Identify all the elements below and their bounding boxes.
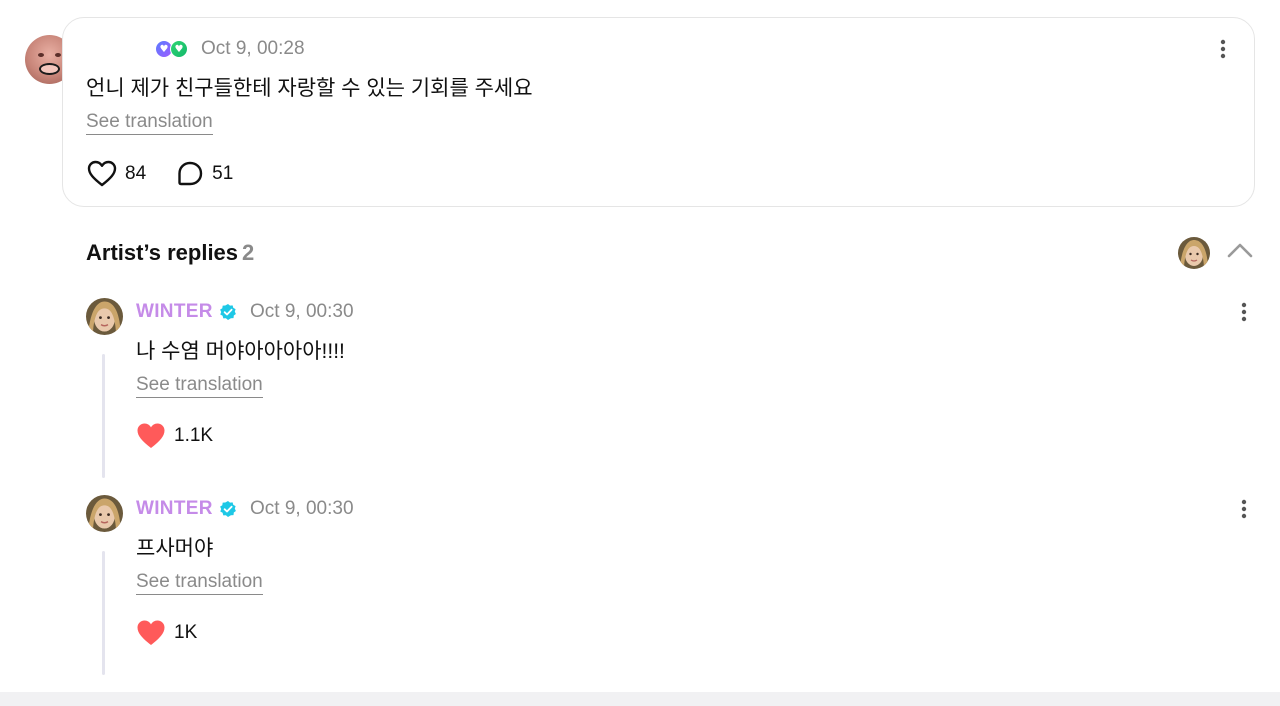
- artist-replies-count: 2: [242, 240, 255, 265]
- reply-body: 프사머야: [136, 537, 214, 560]
- artist-replies-heading: Artist’s replies 2: [86, 240, 254, 266]
- like-button[interactable]: 84: [87, 160, 146, 188]
- verified-badge-icon: [219, 500, 237, 523]
- more-options-icon[interactable]: [1239, 301, 1249, 328]
- see-translation-link[interactable]: See translation: [86, 110, 213, 135]
- artist-reply: WINTER Oct 9, 00:30 프사머야 See translation…: [0, 495, 1280, 685]
- section-divider: [0, 692, 1280, 706]
- more-options-icon[interactable]: [1218, 38, 1228, 65]
- user-badges: ♥ ♥: [155, 40, 188, 58]
- post-actions: 84 51: [87, 160, 263, 188]
- avatar-eye: [55, 53, 61, 57]
- like-count: 1.1K: [174, 425, 214, 446]
- avatar-mouth: [39, 63, 60, 75]
- see-translation-link[interactable]: See translation: [136, 373, 263, 398]
- like-count: 1K: [174, 622, 198, 643]
- artist-avatar[interactable]: [1178, 237, 1210, 274]
- thread-line: [102, 551, 105, 675]
- verified-badge-icon: [219, 303, 237, 326]
- like-count: 84: [125, 163, 147, 184]
- heart-badge-green-icon: ♥: [170, 40, 188, 58]
- artist-name[interactable]: WINTER: [136, 301, 213, 323]
- artist-name[interactable]: WINTER: [136, 498, 213, 520]
- artist-reply: WINTER Oct 9, 00:30 나 수염 머야아아아아!!!! See …: [0, 298, 1280, 488]
- reply-timestamp: Oct 9, 00:30: [250, 498, 354, 519]
- post-card: ♥ ♥ Oct 9, 00:28 언니 제가 친구들한테 자랑할 수 있는 기회…: [62, 17, 1255, 207]
- thread-line: [102, 354, 105, 478]
- like-button[interactable]: 1K: [136, 619, 197, 647]
- post-timestamp: Oct 9, 00:28: [201, 38, 305, 59]
- collapse-replies-button[interactable]: [1226, 240, 1254, 265]
- reply-body: 나 수염 머야아아아아!!!!: [136, 340, 345, 363]
- page: ♥ ♥ Oct 9, 00:28 언니 제가 친구들한테 자랑할 수 있는 기회…: [0, 0, 1280, 706]
- see-translation-link[interactable]: See translation: [136, 570, 263, 595]
- heart-filled-icon: [137, 620, 165, 645]
- more-options-icon[interactable]: [1239, 498, 1249, 525]
- like-button[interactable]: 1.1K: [136, 422, 213, 450]
- artist-avatar[interactable]: [86, 298, 123, 340]
- comment-button[interactable]: 51: [176, 160, 233, 188]
- chevron-up-icon: [1227, 243, 1253, 258]
- post-body: 언니 제가 친구들한테 자랑할 수 있는 기회를 주세요: [86, 77, 533, 100]
- comment-count: 51: [212, 163, 234, 184]
- comment-bubble-icon: [178, 161, 203, 186]
- artist-avatar[interactable]: [86, 495, 123, 537]
- avatar-eye: [38, 53, 44, 57]
- heart-outline-icon: [87, 160, 117, 187]
- artist-replies-title: Artist’s replies: [86, 240, 239, 265]
- reply-timestamp: Oct 9, 00:30: [250, 301, 354, 322]
- heart-filled-icon: [137, 423, 165, 448]
